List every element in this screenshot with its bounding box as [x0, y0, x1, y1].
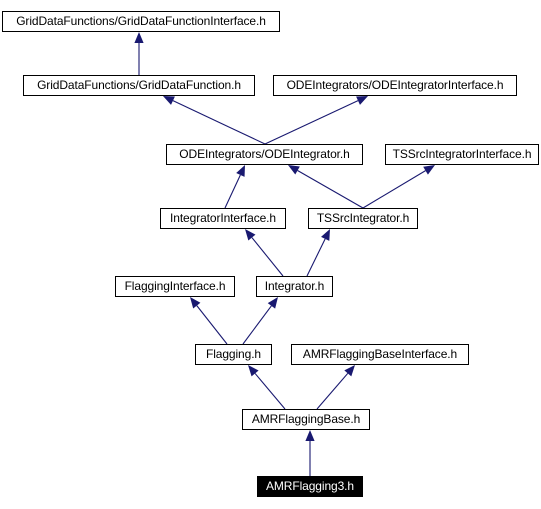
edge-arrowhead-icon	[267, 297, 278, 309]
graph-node-amrFlagging3[interactable]: AMRFlagging3.h	[257, 476, 363, 497]
graph-node-odeIntegrator[interactable]: ODEIntegrators/ODEIntegrator.h	[166, 144, 363, 165]
include-dependency-graph: GridDataFunctions/GridDataFunctionInterf…	[0, 0, 541, 509]
graph-edge-odeIntegrator-to-odeIntegratorInterface	[264, 96, 368, 145]
graph-node-integrator[interactable]: Integrator.h	[256, 276, 333, 297]
edge-line	[196, 305, 228, 345]
edge-line	[316, 372, 349, 410]
edge-line	[306, 238, 326, 277]
edge-line	[297, 169, 364, 209]
graph-edge-flagging-to-flaggingInterface	[190, 297, 228, 345]
edge-arrowhead-icon	[356, 96, 368, 105]
edge-line	[251, 237, 284, 277]
edge-line	[362, 170, 426, 209]
edge-line	[242, 305, 272, 345]
graph-node-amrFlaggingBase[interactable]: AMRFlaggingBase.h	[242, 409, 370, 430]
edge-arrowhead-icon	[423, 165, 435, 175]
graph-edge-integrator-to-integratorInterface	[245, 229, 284, 277]
graph-node-tsSrcIntegrator[interactable]: TSSrcIntegrator.h	[308, 208, 418, 229]
edge-line	[172, 100, 266, 145]
graph-edge-amrFlaggingBase-to-flagging	[248, 365, 286, 410]
edge-line	[264, 100, 359, 145]
edge-arrowhead-icon	[163, 96, 175, 105]
edge-arrowhead-icon	[288, 165, 300, 175]
graph-edge-odeIntegrator-to-gridDataFunction	[163, 96, 266, 145]
graph-node-odeIntegratorInterface[interactable]: ODEIntegrators/ODEIntegratorInterface.h	[273, 75, 517, 96]
edge-arrowhead-icon	[305, 430, 315, 441]
edge-arrowhead-icon	[245, 229, 256, 241]
edge-arrowhead-icon	[248, 365, 259, 377]
graph-node-amrFlaggingBaseInterface[interactable]: AMRFlaggingBaseInterface.h	[291, 344, 469, 365]
graph-node-integratorInterface[interactable]: IntegratorInterface.h	[160, 208, 286, 229]
graph-edge-tsSrcIntegrator-to-tsSrcIntegratorInterface	[362, 165, 435, 209]
graph-node-flaggingInterface[interactable]: FlaggingInterface.h	[115, 276, 235, 297]
edge-line	[224, 174, 241, 209]
graph-edge-tsSrcIntegrator-to-odeIntegrator	[288, 165, 364, 209]
edge-line	[254, 373, 286, 410]
edge-arrowhead-icon	[236, 165, 245, 177]
edge-arrowhead-icon	[344, 365, 355, 377]
graph-node-flagging[interactable]: Flagging.h	[195, 344, 272, 365]
graph-node-gridDataFunctionInterface[interactable]: GridDataFunctions/GridDataFunctionInterf…	[2, 11, 280, 32]
graph-edge-gridDataFunction-to-gridDataFunctionInterface	[134, 32, 144, 75]
graph-edge-amrFlaggingBase-to-amrFlaggingBaseInterface	[316, 365, 355, 410]
edge-arrowhead-icon	[321, 229, 330, 241]
edge-arrowhead-icon	[190, 297, 201, 309]
graph-edge-integrator-to-tsSrcIntegrator	[306, 229, 330, 277]
graph-node-tsSrcIntegratorInterface[interactable]: TSSrcIntegratorInterface.h	[385, 144, 539, 165]
graph-edge-integratorInterface-to-odeIntegrator	[224, 165, 245, 209]
graph-edge-flagging-to-integrator	[242, 297, 278, 345]
graph-node-gridDataFunction[interactable]: GridDataFunctions/GridDataFunction.h	[23, 75, 255, 96]
edge-arrowhead-icon	[134, 32, 144, 43]
graph-edge-amrFlagging3-to-amrFlaggingBase	[305, 430, 315, 476]
